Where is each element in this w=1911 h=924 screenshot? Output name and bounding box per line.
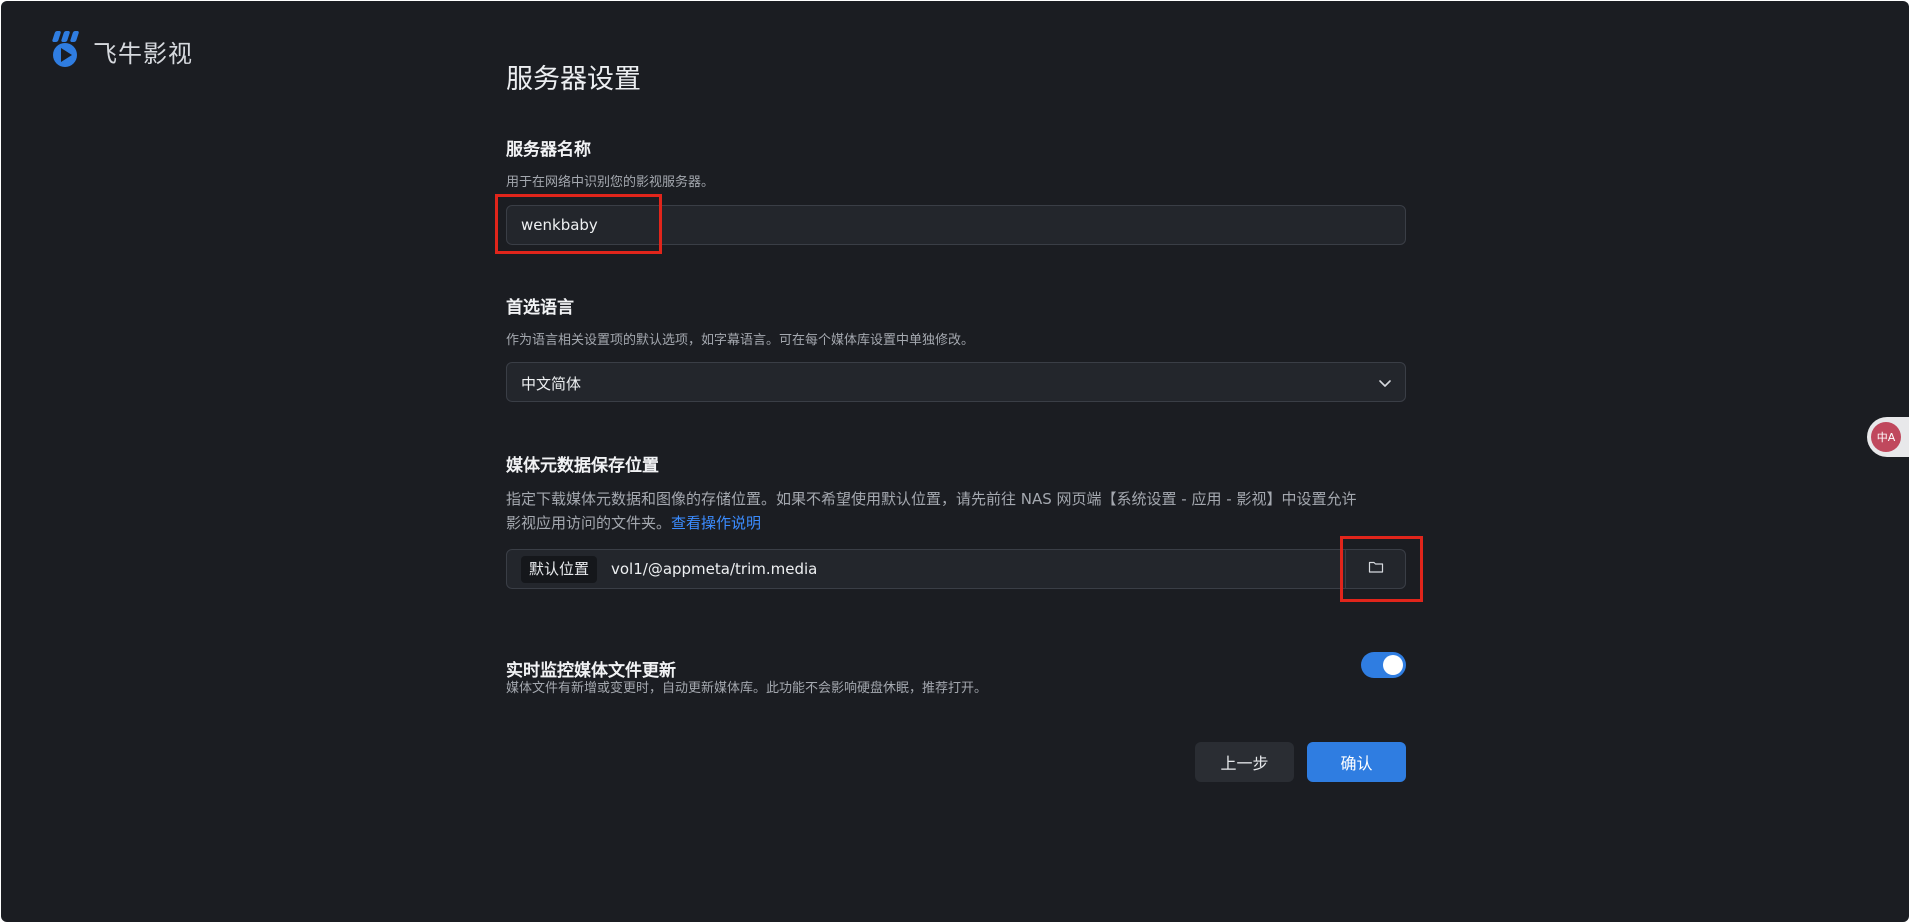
toggle-knob <box>1383 655 1403 675</box>
realtime-monitor-description: 媒体文件有新增或变更时，自动更新媒体库。此功能不会影响硬盘休眠，推荐打开。 <box>506 681 988 696</box>
server-name-title: 服务器名称 <box>506 140 591 160</box>
server-name-description: 用于在网络中识别您的影视服务器。 <box>506 175 715 190</box>
previous-step-button[interactable]: 上一步 <box>1195 742 1294 782</box>
app-logo: 飞牛影视 <box>51 29 193 73</box>
translate-icon: 中A <box>1871 422 1901 452</box>
folder-icon <box>1368 559 1384 579</box>
metadata-description-text: 影视应用访问的文件夹。 <box>506 514 672 532</box>
metadata-path-value: vol1/@appmeta/trim.media <box>611 560 818 578</box>
metadata-path-field: 默认位置 vol1/@appmeta/trim.media <box>506 549 1406 589</box>
app-logo-icon <box>51 29 85 73</box>
language-description: 作为语言相关设置项的默认选项，如字幕语言。可在每个媒体库设置中单独修改。 <box>506 333 975 348</box>
server-name-input[interactable] <box>507 206 1395 244</box>
realtime-monitor-toggle[interactable] <box>1361 652 1406 678</box>
browse-folder-button[interactable] <box>1345 549 1405 589</box>
language-select[interactable]: 中文简体 <box>506 362 1406 402</box>
translate-widget[interactable]: 中A <box>1867 417 1909 457</box>
app-window: 飞牛影视 服务器设置 服务器名称 用于在网络中识别您的影视服务器。 首选语言 作… <box>1 1 1909 922</box>
metadata-description-line-2: 影视应用访问的文件夹。查看操作说明 <box>506 511 1406 535</box>
page-title: 服务器设置 <box>506 64 641 95</box>
confirm-button[interactable]: 确认 <box>1307 742 1406 782</box>
language-title: 首选语言 <box>506 298 574 318</box>
app-name: 飞牛影视 <box>93 39 193 68</box>
server-name-field[interactable] <box>506 205 1406 245</box>
metadata-location-title: 媒体元数据保存位置 <box>506 456 659 476</box>
chevron-down-icon <box>1377 375 1393 395</box>
default-location-tag: 默认位置 <box>521 556 598 583</box>
metadata-description-line-1: 指定下载媒体元数据和图像的存储位置。如果不希望使用默认位置，请先前往 NAS 网… <box>506 490 1357 508</box>
help-link[interactable]: 查看操作说明 <box>671 514 761 532</box>
language-selected-value: 中文简体 <box>521 375 582 393</box>
metadata-location-description: 指定下载媒体元数据和图像的存储位置。如果不希望使用默认位置，请先前往 NAS 网… <box>506 487 1406 535</box>
